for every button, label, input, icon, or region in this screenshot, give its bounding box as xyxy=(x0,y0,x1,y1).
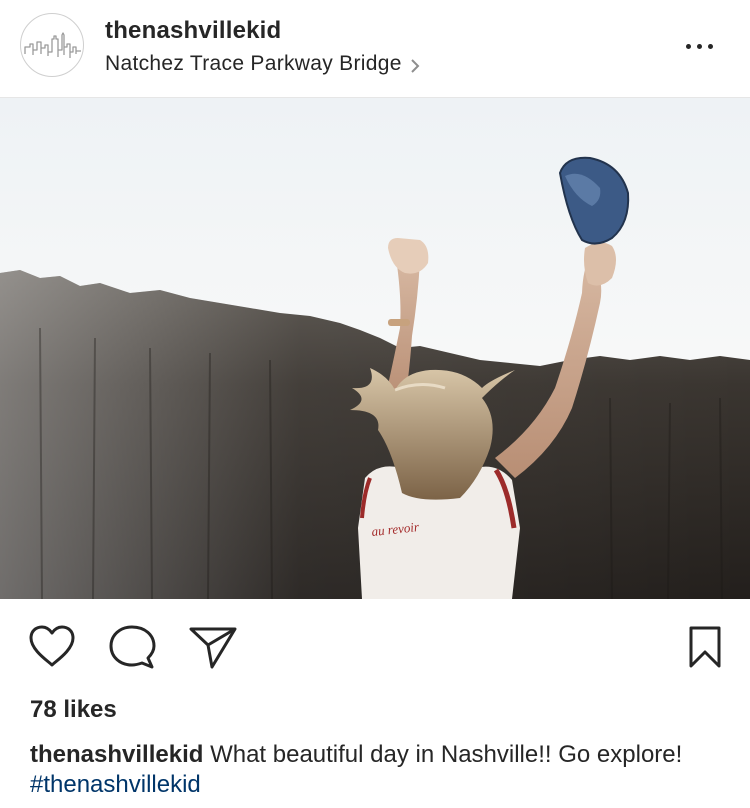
post-caption: thenashvillekid What beautiful day in Na… xyxy=(30,740,710,800)
comment-button[interactable] xyxy=(108,624,156,670)
location-label: Natchez Trace Parkway Bridge xyxy=(105,52,402,75)
share-button[interactable] xyxy=(188,626,238,670)
caption-hashtag[interactable]: #thenashvillekid xyxy=(30,771,201,798)
like-button[interactable] xyxy=(28,624,76,668)
bookmark-icon xyxy=(689,626,721,668)
more-options-dot xyxy=(708,43,713,49)
post-actions xyxy=(0,599,750,689)
caption-username[interactable]: thenashvillekid xyxy=(30,741,203,768)
paper-plane-icon xyxy=(189,627,237,669)
location-link[interactable]: Natchez Trace Parkway Bridge xyxy=(105,52,420,76)
save-button[interactable] xyxy=(688,625,722,669)
more-options-dot xyxy=(697,43,702,49)
comment-icon xyxy=(109,625,156,669)
heart-icon xyxy=(29,625,75,667)
username[interactable]: thenashvillekid xyxy=(105,17,281,45)
post-header: thenashvillekid Natchez Trace Parkway Br… xyxy=(0,0,750,98)
likes-count[interactable]: 78 likes xyxy=(30,696,117,724)
nashville-skyline-logo xyxy=(24,32,81,58)
avatar[interactable] xyxy=(20,13,84,77)
post-photo[interactable]: au revoir xyxy=(0,98,750,599)
caption-text: What beautiful day in Nashville!! Go exp… xyxy=(210,741,683,768)
more-options-button[interactable] xyxy=(686,36,713,56)
more-options-icon xyxy=(686,43,691,49)
chevron-right-icon xyxy=(410,56,420,73)
